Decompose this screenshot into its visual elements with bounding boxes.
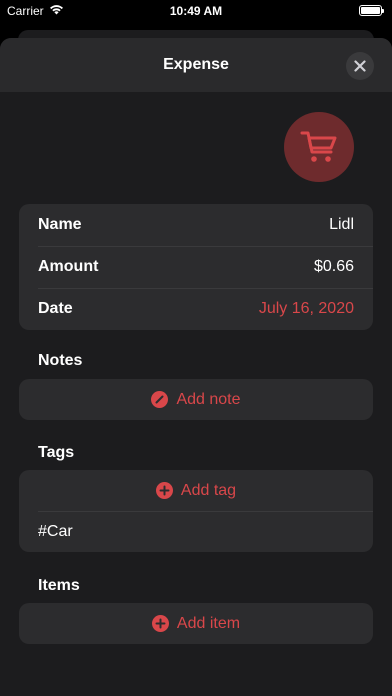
close-button[interactable]	[346, 52, 374, 80]
amount-value: $0.66	[313, 258, 354, 275]
notes-card: Add note	[19, 379, 373, 420]
add-item-label: Add item	[176, 614, 241, 632]
plus-circle-icon	[155, 482, 173, 499]
amount-label: Amount	[38, 258, 99, 275]
date-row[interactable]: Date July 16, 2020	[19, 288, 373, 330]
name-value: Lidl	[329, 216, 354, 233]
name-row[interactable]: Name Lidl	[19, 204, 373, 246]
add-note-button[interactable]: Add note	[19, 379, 373, 420]
add-tag-button[interactable]: Add tag	[19, 470, 373, 511]
add-note-label: Add note	[176, 390, 241, 408]
add-tag-label: Add tag	[180, 481, 237, 499]
category-icon-button[interactable]	[284, 112, 354, 182]
items-card: Add item	[19, 603, 373, 644]
plus-circle-icon	[151, 615, 169, 632]
tag-label: #Car	[38, 522, 73, 540]
date-value: July 16, 2020	[258, 300, 354, 317]
close-icon	[354, 60, 366, 72]
page-title: Expense	[163, 56, 229, 73]
amount-row[interactable]: Amount $0.66	[19, 246, 373, 288]
tag-item[interactable]: #Car	[19, 511, 373, 552]
shopping-cart-icon	[300, 131, 337, 162]
expense-sheet: Expense Name Lidl Amount $0.66 Date July…	[0, 38, 392, 696]
details-card: Name Lidl Amount $0.66 Date July 16, 202…	[19, 204, 373, 330]
edit-icon	[151, 391, 169, 408]
add-item-button[interactable]: Add item	[19, 603, 373, 644]
items-header: Items	[38, 577, 80, 594]
battery-icon	[359, 5, 384, 16]
name-label: Name	[38, 216, 82, 233]
navigation-bar: Expense	[0, 38, 392, 92]
tags-header: Tags	[38, 444, 75, 461]
notes-header: Notes	[38, 352, 83, 369]
status-right	[359, 5, 384, 16]
status-time: 10:49 AM	[169, 4, 223, 18]
date-label: Date	[38, 300, 73, 317]
status-bar: Carrier 10:49 AM	[0, 0, 392, 22]
tags-card: Add tag #Car	[19, 470, 373, 552]
